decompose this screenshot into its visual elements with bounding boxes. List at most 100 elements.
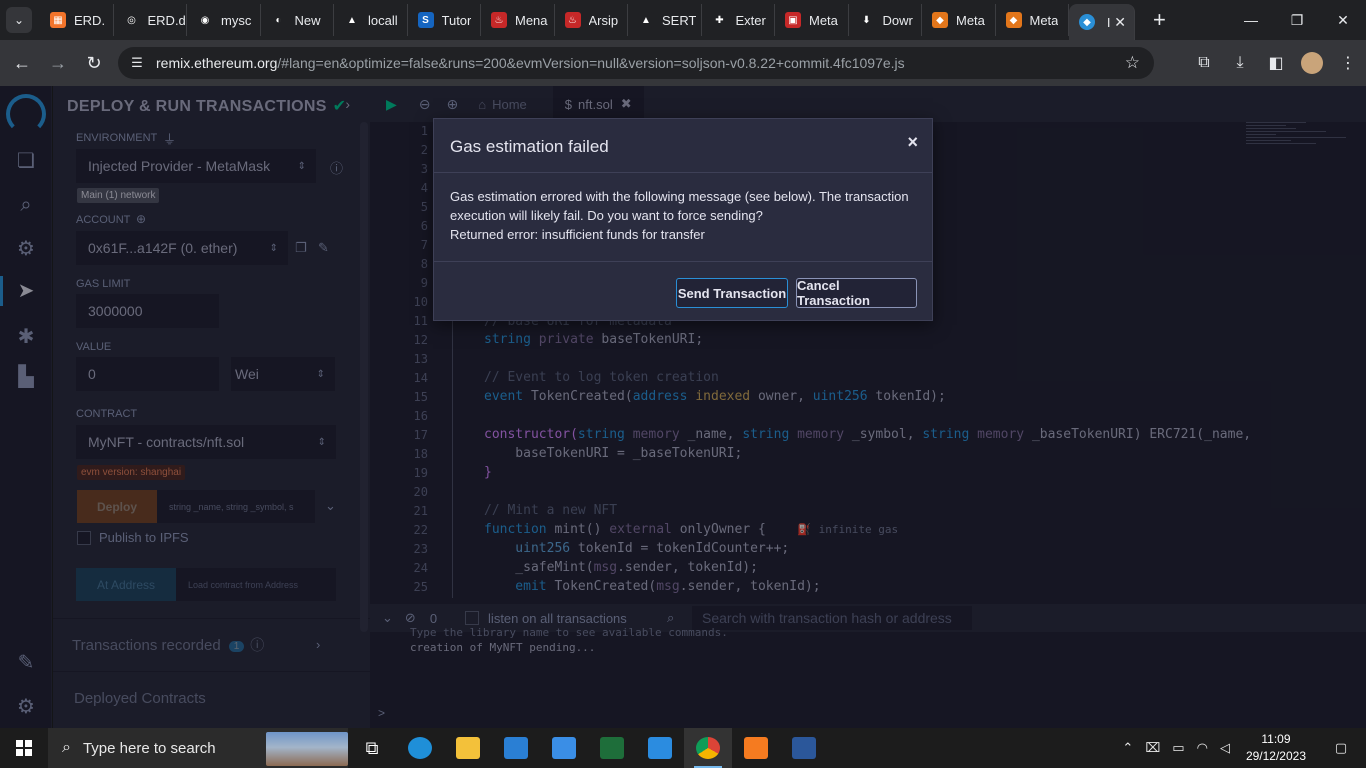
tab-favicon-icon: ♨ <box>564 12 581 28</box>
tab-favicon-icon: ⬇ <box>858 12 875 28</box>
tab-favicon-icon: ◎ <box>123 12 140 28</box>
windows-logo-icon <box>16 740 32 756</box>
more-menu-icon[interactable]: ⋮ <box>1330 53 1366 73</box>
toolbar-actions: ⧉ ⤓ ◧ ⋮ <box>1186 40 1366 86</box>
taskbar-search-placeholder: Type here to search <box>82 739 216 757</box>
tab-favicon-icon: S <box>417 12 434 28</box>
wifi-icon[interactable]: ◠ <box>1197 740 1208 756</box>
tab-title: SERT <box>662 12 697 28</box>
close-tab-icon[interactable]: ✕ <box>1114 14 1126 31</box>
browser-tab[interactable]: ◆ Meta <box>996 4 1069 36</box>
xampp-icon[interactable] <box>732 728 780 768</box>
bookmark-star-icon[interactable]: ☆ <box>1125 53 1140 73</box>
tab-favicon-icon: ♨ <box>491 12 507 28</box>
tab-title: locall <box>368 12 398 28</box>
taskbar-clock[interactable]: 11:09 29/12/2023 <box>1246 731 1306 765</box>
browser-tab[interactable]: ◎ ERD.d <box>114 4 187 36</box>
browser-tab-strip: ⌄ ▦ ERD. ◎ ERD.d ◉ mysc ◐ New ▲ locall S Tutor ♨ Mena… <box>0 0 1366 40</box>
tab-title: ERD. <box>74 12 106 28</box>
tab-title: Tutor <box>441 12 472 28</box>
site-info-icon[interactable]: ☰ <box>118 55 156 71</box>
restore-icon[interactable]: ❐ <box>1274 0 1320 40</box>
active-tab[interactable]: ◆ I ✕ <box>1069 4 1135 40</box>
screen: ⌄ ▦ ERD. ◎ ERD.d ◉ mysc ◐ New ▲ locall S Tutor ♨ Mena… <box>0 0 1366 768</box>
vscode-icon[interactable] <box>636 728 684 768</box>
active-tab-title: I <box>1106 14 1111 30</box>
tab-favicon-icon: ◆ <box>932 12 948 28</box>
side-panel-icon[interactable]: ◧ <box>1258 53 1294 73</box>
browser-tab[interactable]: ◐ New <box>261 4 334 36</box>
browser-tab[interactable]: ▦ ERD. <box>40 4 114 36</box>
tab-title: ERD.d <box>147 12 186 28</box>
notification-icon[interactable]: ▢ <box>1322 740 1360 756</box>
browser-tab[interactable]: ♨ Mena <box>481 4 555 36</box>
tab-favicon-icon: ◉ <box>197 12 213 28</box>
url-text[interactable]: remix.ethereum.org/#lang=en&optimize=fal… <box>156 55 905 71</box>
chrome-icon[interactable] <box>684 728 732 768</box>
search-highlight-image <box>266 732 348 766</box>
modal-footer: Send Transaction Cancel Transaction <box>434 261 932 321</box>
tab-favicon-icon: ◐ <box>270 12 287 28</box>
tab-favicon-icon: ▣ <box>785 12 801 28</box>
tab-list: ▦ ERD. ◎ ERD.d ◉ mysc ◐ New ▲ locall S Tutor ♨ Mena ♨ A… <box>40 0 1069 40</box>
browser-tab[interactable]: ▣ Meta <box>775 4 849 36</box>
clock-time: 11:09 <box>1261 732 1291 746</box>
camera-icon[interactable]: ⌧ <box>1145 740 1160 756</box>
chevron-up-icon[interactable]: ⌃ <box>1122 740 1133 756</box>
browser-tab[interactable]: ✚ Exter <box>702 4 775 36</box>
tab-title: Exter <box>735 12 766 28</box>
clock-date: 29/12/2023 <box>1245 749 1306 763</box>
tab-title: Meta <box>1029 12 1059 28</box>
remix-favicon-icon: ◆ <box>1079 14 1095 30</box>
mail-icon[interactable] <box>540 728 588 768</box>
windows-taskbar: ⌕ Type here to search ⧉ ⌃ ⌧ ▭ ◠ ◁ 11:09 … <box>0 728 1366 768</box>
file-explorer-icon[interactable] <box>444 728 492 768</box>
modal-close-icon[interactable]: × <box>907 132 918 153</box>
minimize-icon[interactable]: — <box>1228 0 1274 40</box>
download-icon[interactable]: ⤓ <box>1222 54 1258 72</box>
browser-tab[interactable]: S Tutor <box>408 4 481 36</box>
browser-tab[interactable]: ◉ mysc <box>187 4 261 36</box>
modal-header: Gas estimation failed × <box>434 119 932 173</box>
volume-mute-icon[interactable]: ◁ <box>1220 740 1230 756</box>
modal-error: Returned error: insufficient funds for t… <box>450 227 705 242</box>
cancel-transaction-button[interactable]: Cancel Transaction <box>796 278 917 308</box>
tab-title: Arsip <box>588 12 619 28</box>
browser-tab[interactable]: ◆ Meta <box>922 4 996 36</box>
tab-favicon-icon: ◆ <box>1005 12 1022 28</box>
extensions-icon[interactable]: ⧉ <box>1186 54 1222 72</box>
system-tray: ⌃ ⌧ ▭ ◠ ◁ 11:09 29/12/2023 ▢ <box>1116 728 1366 768</box>
browser-tab[interactable]: ▲ locall <box>334 4 408 36</box>
battery-icon[interactable]: ▭ <box>1172 740 1184 756</box>
tab-title: New <box>294 12 321 28</box>
forward-arrow-icon[interactable]: → <box>40 53 76 74</box>
profile-avatar[interactable] <box>1301 52 1323 74</box>
address-bar[interactable]: ☰ remix.ethereum.org/#lang=en&optimize=f… <box>118 47 1154 79</box>
browser-tab[interactable]: ⬇ Dowr <box>849 4 922 36</box>
task-view-icon[interactable]: ⧉ <box>348 728 396 768</box>
start-button[interactable] <box>0 728 48 768</box>
send-transaction-button[interactable]: Send Transaction <box>676 278 788 308</box>
tab-search-button[interactable]: ⌄ <box>6 7 32 33</box>
browser-tab[interactable]: ♨ Arsip <box>555 4 628 36</box>
tab-favicon-icon: ✚ <box>711 12 728 28</box>
tab-favicon-icon: ▲ <box>638 12 654 28</box>
microsoft-store-icon[interactable] <box>492 728 540 768</box>
modal-title: Gas estimation failed <box>450 137 609 156</box>
reload-icon[interactable]: ↻ <box>76 53 112 74</box>
tab-title: Meta <box>956 12 985 28</box>
taskbar-search-box[interactable]: ⌕ Type here to search <box>48 728 348 768</box>
browser-toolbar: ← → ↻ ☰ remix.ethereum.org/#lang=en&opti… <box>0 40 1366 86</box>
tab-title: mysc <box>221 12 252 28</box>
tab-title: Mena <box>515 12 548 28</box>
modal-message: Gas estimation errored with the followin… <box>450 189 909 223</box>
new-tab-button[interactable]: + <box>1153 7 1166 33</box>
back-arrow-icon[interactable]: ← <box>4 53 40 74</box>
window-close-icon[interactable]: ✕ <box>1320 0 1366 40</box>
modal-body: Gas estimation errored with the followin… <box>450 187 920 244</box>
word-icon[interactable] <box>780 728 828 768</box>
edge-icon[interactable] <box>396 728 444 768</box>
spreadsheet-app-icon[interactable] <box>588 728 636 768</box>
window-controls: — ❐ ✕ <box>1228 0 1366 40</box>
browser-tab[interactable]: ▲ SERT <box>628 4 702 36</box>
